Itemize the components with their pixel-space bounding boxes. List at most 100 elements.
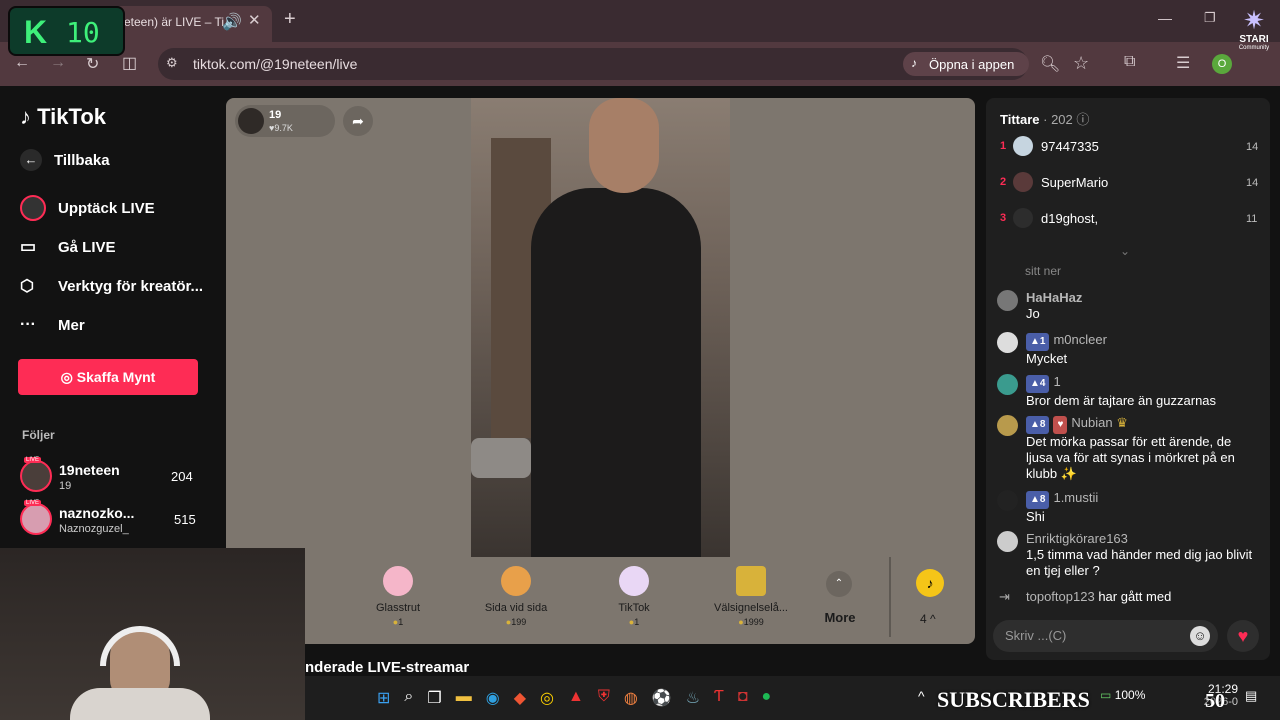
more-icon: ···: [20, 316, 36, 333]
level-number: 4: [1039, 378, 1046, 389]
file-explorer-icon[interactable]: ▬: [456, 688, 472, 708]
site-settings-icon[interactable]: ⚙: [166, 55, 178, 71]
recommended-heading: nderade LIVE-streamar: [305, 659, 470, 676]
reload-icon[interactable]: ↻: [86, 54, 99, 74]
notification-icon[interactable]: ▤: [1245, 688, 1257, 704]
app-dot-icon[interactable]: ◘: [738, 688, 748, 708]
tiktok-brand: TikTok: [37, 104, 106, 129]
gift-name: Välsignelselå...: [714, 602, 788, 614]
extensions-icon[interactable]: ⧉: [1124, 53, 1135, 71]
chat-username: 1: [1053, 374, 1061, 389]
ice-cream-icon: [383, 566, 413, 596]
gift-item[interactable]: Välsignelselå... ●1999: [706, 566, 796, 627]
coin-wallet[interactable]: ♪ 4 ^: [889, 557, 967, 637]
reading-list-icon[interactable]: ☰: [1176, 53, 1190, 73]
edge-icon[interactable]: ◉: [486, 688, 500, 708]
get-coins-label: Skaffa Mynt: [76, 369, 156, 385]
chat-input[interactable]: Skriv ...(C) ☺: [993, 620, 1218, 652]
chat-message[interactable]: ▲1 m0ncleer Mycket: [997, 332, 1259, 366]
top-viewer-row[interactable]: 2 SuperMario 14: [998, 172, 1260, 194]
app-ball-icon[interactable]: ⚽: [652, 688, 672, 708]
url-text[interactable]: tiktok.com/@19neteen/live: [193, 56, 357, 72]
zoom-icon[interactable]: 🔍︎: [1040, 54, 1060, 74]
bookmark-star-icon[interactable]: ☆: [1073, 53, 1089, 74]
gift-price: 1999: [743, 617, 764, 627]
spotify-icon[interactable]: ●: [762, 688, 772, 708]
open-in-app-button[interactable]: ♪ Öppna i appen: [903, 52, 1029, 76]
new-tab-icon[interactable]: +: [284, 8, 296, 31]
gift-name: Sida vid sida: [484, 602, 548, 614]
chat-message[interactable]: ▲8 ♥ Nubian ♛ Det mörka passar för ett ären…: [997, 415, 1259, 481]
live-badge: LIVE: [24, 457, 42, 463]
search-icon[interactable]: ⌕: [404, 688, 413, 708]
chevron-up-icon[interactable]: ⌃: [826, 571, 852, 597]
chat-message[interactable]: ▲4 1 Bror dem är tajtare än guzzarnas: [997, 374, 1259, 408]
chat-message[interactable]: ▲8 1.mustii Shi: [997, 490, 1259, 524]
sidebar-toggle-icon[interactable]: ◫: [122, 53, 137, 73]
restore-icon[interactable]: ❐: [1204, 10, 1216, 26]
nav-discover-live[interactable]: Upptäck LIVE: [20, 195, 155, 221]
avatar: [1013, 208, 1033, 228]
gift-item[interactable]: Glasstrut ●1: [353, 566, 443, 627]
share-icon[interactable]: ➦: [343, 106, 373, 136]
app-circle-icon[interactable]: ◍: [624, 688, 638, 708]
chat-message[interactable]: Enriktigkörare163 1,5 timma vad händer me…: [997, 531, 1259, 581]
minimize-icon[interactable]: —: [1158, 10, 1172, 26]
top-viewer-row[interactable]: 1 97447335 14: [998, 136, 1260, 158]
battery-icon: ▭: [1100, 688, 1112, 702]
gift-item[interactable]: TikTok ●1: [589, 566, 679, 627]
task-view-icon[interactable]: ❐: [427, 688, 441, 708]
nav-go-live[interactable]: ▭ Gå LIVE: [20, 237, 116, 257]
windows-start-icon[interactable]: ⊞: [377, 688, 390, 708]
blessing-chest-icon: [736, 566, 766, 596]
avatar: [997, 531, 1018, 552]
logo-number: 10: [66, 16, 100, 49]
viewer-name: d19ghost,: [1041, 211, 1099, 226]
viewer-name: SuperMario: [1041, 175, 1109, 190]
avatar: [20, 503, 52, 535]
following-name: naznozko...: [59, 505, 135, 521]
app-a-icon[interactable]: ▲: [568, 688, 584, 708]
antivirus-icon[interactable]: ⛨: [598, 688, 610, 708]
chat-message[interactable]: HaHaHaz Jo: [997, 290, 1259, 324]
creator-tools-icon: ⬡: [20, 278, 34, 295]
tiktok-logo[interactable]: ♪ TikTok: [20, 104, 106, 130]
app-tf-icon[interactable]: Ƭ: [714, 688, 724, 708]
following-item[interactable]: LIVE 19neteen 19 204: [20, 457, 210, 496]
emoji-icon[interactable]: ☺: [1190, 626, 1210, 646]
gift-price-row: ●1999: [706, 617, 796, 627]
more-gifts-button[interactable]: More: [816, 610, 864, 625]
person-head-shape: [589, 98, 659, 193]
coin-count-row: 4 ^: [920, 612, 936, 626]
speaker-icon[interactable]: 🔊: [222, 12, 242, 32]
get-coins-button[interactable]: ◎ Skaffa Mynt: [18, 359, 198, 395]
viewer-score: 14: [1246, 141, 1259, 153]
logo-letter: K: [24, 14, 48, 50]
chrome-icon[interactable]: ◎: [540, 688, 554, 708]
gift-price: 1: [634, 617, 640, 627]
nav-creator-tools[interactable]: ⬡ Verktyg för kreatör...: [20, 276, 203, 296]
top-viewer-row[interactable]: 3 d19ghost, 11: [998, 208, 1260, 230]
join-username: topoftop123: [1026, 589, 1095, 604]
viewer-score: 11: [1246, 213, 1258, 225]
nav-back[interactable]: ← Tillbaka: [20, 149, 110, 171]
back-icon[interactable]: ←: [14, 54, 30, 72]
like-heart-button[interactable]: ♥: [1227, 620, 1259, 652]
gift-item[interactable]: Sida vid sida ●199: [471, 566, 561, 627]
following-item[interactable]: LIVE naznozko... Naznozguzel_ 515: [20, 500, 210, 539]
tab-close-icon[interactable]: ✕: [248, 11, 261, 29]
app-diamond-icon[interactable]: ◆: [514, 688, 526, 708]
nav-more[interactable]: ··· Mer: [20, 316, 85, 334]
avatar: [1013, 172, 1033, 192]
battery-indicator[interactable]: ▭ 100%: [1100, 688, 1145, 702]
gift-name: Glasstrut: [375, 602, 420, 614]
host-card[interactable]: 19 ♥9.7K: [235, 105, 335, 137]
profile-avatar[interactable]: O: [1212, 54, 1232, 74]
steam-icon[interactable]: ♨: [686, 688, 700, 708]
stari-label: STARI: [1239, 34, 1269, 45]
forward-icon[interactable]: →: [50, 54, 66, 72]
viewers-title: Tittare: [1000, 112, 1040, 127]
tray-chevron-icon[interactable]: ^: [918, 688, 925, 704]
live-video[interactable]: [471, 98, 730, 557]
expand-chevron-icon[interactable]: ⌄: [1120, 244, 1130, 258]
